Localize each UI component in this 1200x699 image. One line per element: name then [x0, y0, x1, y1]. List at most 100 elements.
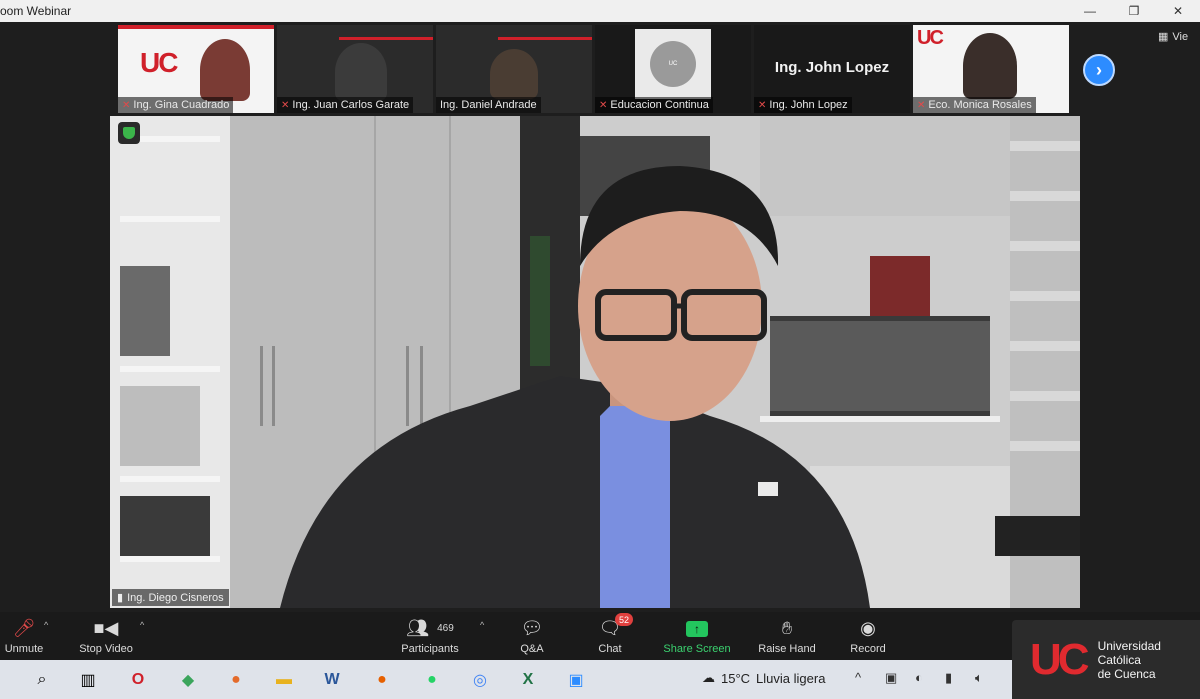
cloud-icon: ☁: [702, 670, 715, 685]
participant-thumbnail[interactable]: ✕ Ing. Juan Carlos Garate: [277, 25, 433, 113]
windows-taskbar: ⌕ ▥ O ◆ ● ▬ W ● ● ◎ X ▣ ☁ 15°C Lluvia li…: [0, 660, 1012, 699]
tray-chevron-icon[interactable]: ^: [855, 670, 861, 685]
mic-muted-icon: ✕: [758, 99, 767, 111]
university-logo: UC Universidad Católica de Cuenca: [1012, 620, 1200, 699]
opera-icon[interactable]: O: [126, 668, 150, 692]
record-icon: ◉: [860, 618, 876, 638]
whatsapp-icon[interactable]: ●: [420, 668, 444, 692]
participant-thumbnail[interactable]: UC ✕ Ing. Gina Cuadrado: [118, 25, 274, 113]
tray-app-icon[interactable]: ▮: [945, 670, 952, 686]
weather-widget[interactable]: ☁ 15°C Lluvia ligera: [702, 670, 825, 686]
participant-video: [335, 43, 387, 101]
grid-icon: ▦: [1158, 31, 1169, 43]
qa-icon: 💬︎: [520, 618, 544, 638]
participant-thumbnail[interactable]: UC ✕ Educacion Continua: [595, 25, 751, 113]
cec-circle: UC: [650, 41, 696, 87]
signal-bars-icon: ▮: [117, 592, 124, 604]
brand-line: de Cuenca: [1097, 666, 1156, 681]
participants-icon: 👥︎ 469: [406, 618, 454, 638]
chrome-icon[interactable]: ◎: [468, 668, 492, 692]
speaker-name: Ing. Diego Cisneros: [127, 591, 224, 604]
participants-options-caret-icon[interactable]: ^: [480, 620, 484, 630]
tray-app-icon[interactable]: ▣: [885, 670, 897, 686]
video-camera-icon: ■◀: [93, 618, 119, 638]
word-icon[interactable]: W: [320, 668, 344, 692]
speaker-name-tag: ▮ Ing. Diego Cisneros: [112, 589, 229, 606]
participant-video: [490, 49, 538, 99]
share-screen-button[interactable]: ↑ Share Screen: [660, 612, 734, 660]
active-speaker-video: ▮ Ing. Diego Cisneros: [110, 116, 1080, 608]
participants-button[interactable]: 👥︎ 469 Participants: [395, 612, 465, 660]
raise-hand-label: Raise Hand: [758, 642, 816, 655]
brand-bar: [339, 37, 433, 40]
encryption-shield-icon[interactable]: [118, 122, 140, 144]
participant-name-tag: ✕ Educacion Continua: [595, 97, 713, 113]
meeting-stage: UC ✕ Ing. Gina Cuadrado ✕ Ing. Juan Carl…: [0, 22, 1200, 612]
participant-name: Educacion Continua: [610, 99, 709, 111]
participant-name: Ing. John Lopez: [769, 99, 848, 111]
firefox-icon[interactable]: ●: [370, 668, 394, 692]
qa-button[interactable]: 💬︎ Q&A: [510, 612, 554, 660]
participant-name: Ing. Juan Carlos Garate: [292, 99, 410, 111]
mic-muted-icon: 🎤︎: [12, 618, 36, 638]
unmute-button[interactable]: 🎤︎ Unmute: [0, 612, 48, 660]
participant-thumbnail[interactable]: Ing. John Lopez ✕ Ing. John Lopez: [754, 25, 910, 113]
uc-logo-icon: UC: [140, 47, 178, 78]
participant-name: Ing. Gina Cuadrado: [133, 99, 230, 111]
brand-line: Universidad: [1097, 638, 1161, 653]
mic-muted-icon: ✕: [122, 99, 131, 111]
participant-name-tag: ✕ Ing. Juan Carlos Garate: [277, 97, 414, 113]
qa-label: Q&A: [520, 642, 544, 655]
app-icon[interactable]: ●: [224, 668, 248, 692]
window-title: oom Webinar: [0, 4, 72, 18]
share-screen-label: Share Screen: [663, 642, 731, 655]
uc-logo-icon: UC: [917, 27, 944, 49]
zoom-icon[interactable]: ▣: [564, 668, 588, 692]
participant-name-tag: Ing. Daniel Andrade: [436, 97, 541, 113]
view-button-label: Vie: [1172, 30, 1189, 43]
cec-logo-icon: UC: [635, 29, 711, 99]
record-label: Record: [850, 642, 886, 655]
restore-button[interactable]: ❐: [1112, 0, 1156, 22]
minimize-button[interactable]: —: [1068, 0, 1112, 22]
tray-app-icon[interactable]: ◐: [915, 670, 923, 685]
stop-video-label: Stop Video: [79, 642, 133, 655]
participants-count: 469: [437, 623, 454, 634]
file-explorer-icon[interactable]: ▬: [272, 668, 296, 692]
volume-icon[interactable]: 🔈︎: [975, 670, 983, 686]
app-icon[interactable]: ◆: [176, 668, 200, 692]
university-name: Universidad Católica de Cuenca: [1098, 639, 1161, 681]
search-icon[interactable]: ⌕: [30, 668, 54, 692]
mic-muted-icon: ✕: [281, 99, 290, 111]
raise-hand-button[interactable]: ✋︎ Raise Hand: [754, 612, 820, 660]
share-screen-icon: ↑: [686, 618, 708, 640]
participant-name: Eco. Monica Rosales: [928, 99, 1032, 111]
participant-name-tag: ✕ Eco. Monica Rosales: [913, 97, 1036, 113]
excel-icon[interactable]: X: [516, 668, 540, 692]
next-page-chevron-icon[interactable]: ›: [1083, 54, 1115, 86]
participant-name: Ing. Daniel Andrade: [440, 99, 537, 111]
view-button[interactable]: ▦ Vie: [1158, 30, 1189, 44]
task-view-icon[interactable]: ▥: [76, 668, 100, 692]
mic-muted-icon: ✕: [917, 99, 926, 111]
participant-video: [963, 33, 1017, 99]
unmute-label: Unmute: [4, 642, 44, 655]
record-button[interactable]: ◉ Record: [846, 612, 890, 660]
participant-thumbnail[interactable]: Ing. Daniel Andrade: [436, 25, 592, 113]
audio-options-caret-icon[interactable]: ^: [44, 620, 48, 630]
brand-line: Católica: [1097, 652, 1141, 667]
brand-bar: [118, 25, 274, 29]
participant-thumbnail[interactable]: UC ✕ Eco. Monica Rosales: [913, 25, 1069, 113]
video-options-caret-icon[interactable]: ^: [140, 620, 144, 630]
window-controls: — ❐ ✕: [1068, 0, 1200, 22]
speaker-video-frame: [110, 116, 1080, 608]
participant-heading: Ing. John Lopez: [774, 59, 890, 76]
chat-unread-badge: 52: [615, 613, 634, 626]
window-titlebar: oom Webinar — ❐ ✕: [0, 0, 1200, 22]
close-button[interactable]: ✕: [1156, 0, 1200, 22]
stop-video-button[interactable]: ■◀ Stop Video: [76, 612, 136, 660]
participants-label: Participants: [401, 642, 459, 655]
chat-label: Chat: [598, 642, 622, 655]
hand-icon: ✋︎: [781, 618, 793, 638]
weather-desc: Lluvia ligera: [756, 670, 826, 686]
